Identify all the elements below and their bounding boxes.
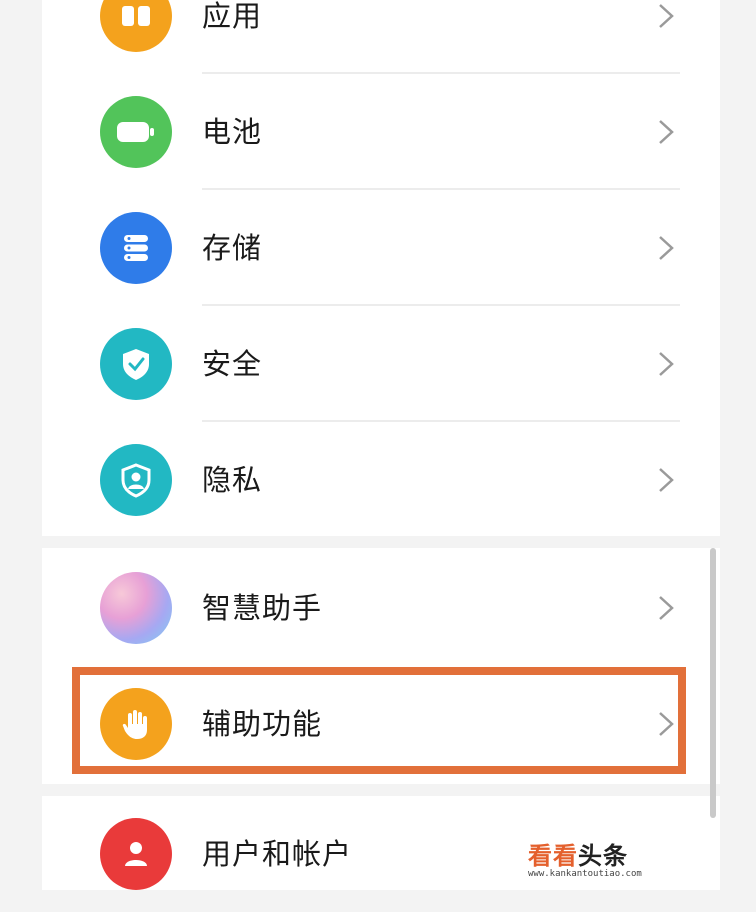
settings-item-label: 存储 bbox=[202, 231, 263, 265]
settings-item-apps[interactable]: 应用 bbox=[42, 0, 720, 74]
watermark: 看看头条 www.kankantoutiao.com bbox=[528, 836, 678, 879]
settings-item-security[interactable]: 安全 bbox=[42, 306, 720, 422]
scrollbar[interactable] bbox=[710, 548, 716, 818]
settings-item-smart-assistant[interactable]: 智慧助手 bbox=[42, 550, 720, 666]
settings-item-label: 应用 bbox=[202, 0, 263, 33]
chevron-right-icon bbox=[659, 236, 674, 260]
watermark-brand: 看看头条 bbox=[528, 842, 628, 870]
settings-group-1: 应用 电池 存储 安全 隐私 bbox=[42, 0, 720, 536]
settings-item-label: 用户和帐户 bbox=[202, 837, 353, 871]
chevron-right-icon bbox=[659, 4, 674, 28]
settings-item-label: 隐私 bbox=[202, 463, 263, 497]
user-icon bbox=[100, 818, 172, 890]
chevron-right-icon bbox=[659, 352, 674, 376]
watermark-url: www.kankantoutiao.com bbox=[528, 869, 642, 879]
settings-item-battery[interactable]: 电池 bbox=[42, 74, 720, 190]
settings-item-label: 安全 bbox=[202, 347, 263, 381]
settings-item-storage[interactable]: 存储 bbox=[42, 190, 720, 306]
shield-check-icon bbox=[100, 328, 172, 400]
settings-item-label: 智慧助手 bbox=[202, 591, 323, 625]
highlight-box bbox=[72, 667, 686, 774]
chevron-right-icon bbox=[659, 120, 674, 144]
chevron-right-icon bbox=[659, 596, 674, 620]
chevron-right-icon bbox=[659, 468, 674, 492]
settings-item-label: 电池 bbox=[202, 115, 263, 149]
apps-icon bbox=[100, 0, 172, 52]
settings-item-privacy[interactable]: 隐私 bbox=[42, 422, 720, 538]
privacy-icon bbox=[100, 444, 172, 516]
smart-assistant-icon bbox=[100, 572, 172, 644]
storage-icon bbox=[100, 212, 172, 284]
battery-icon bbox=[100, 96, 172, 168]
